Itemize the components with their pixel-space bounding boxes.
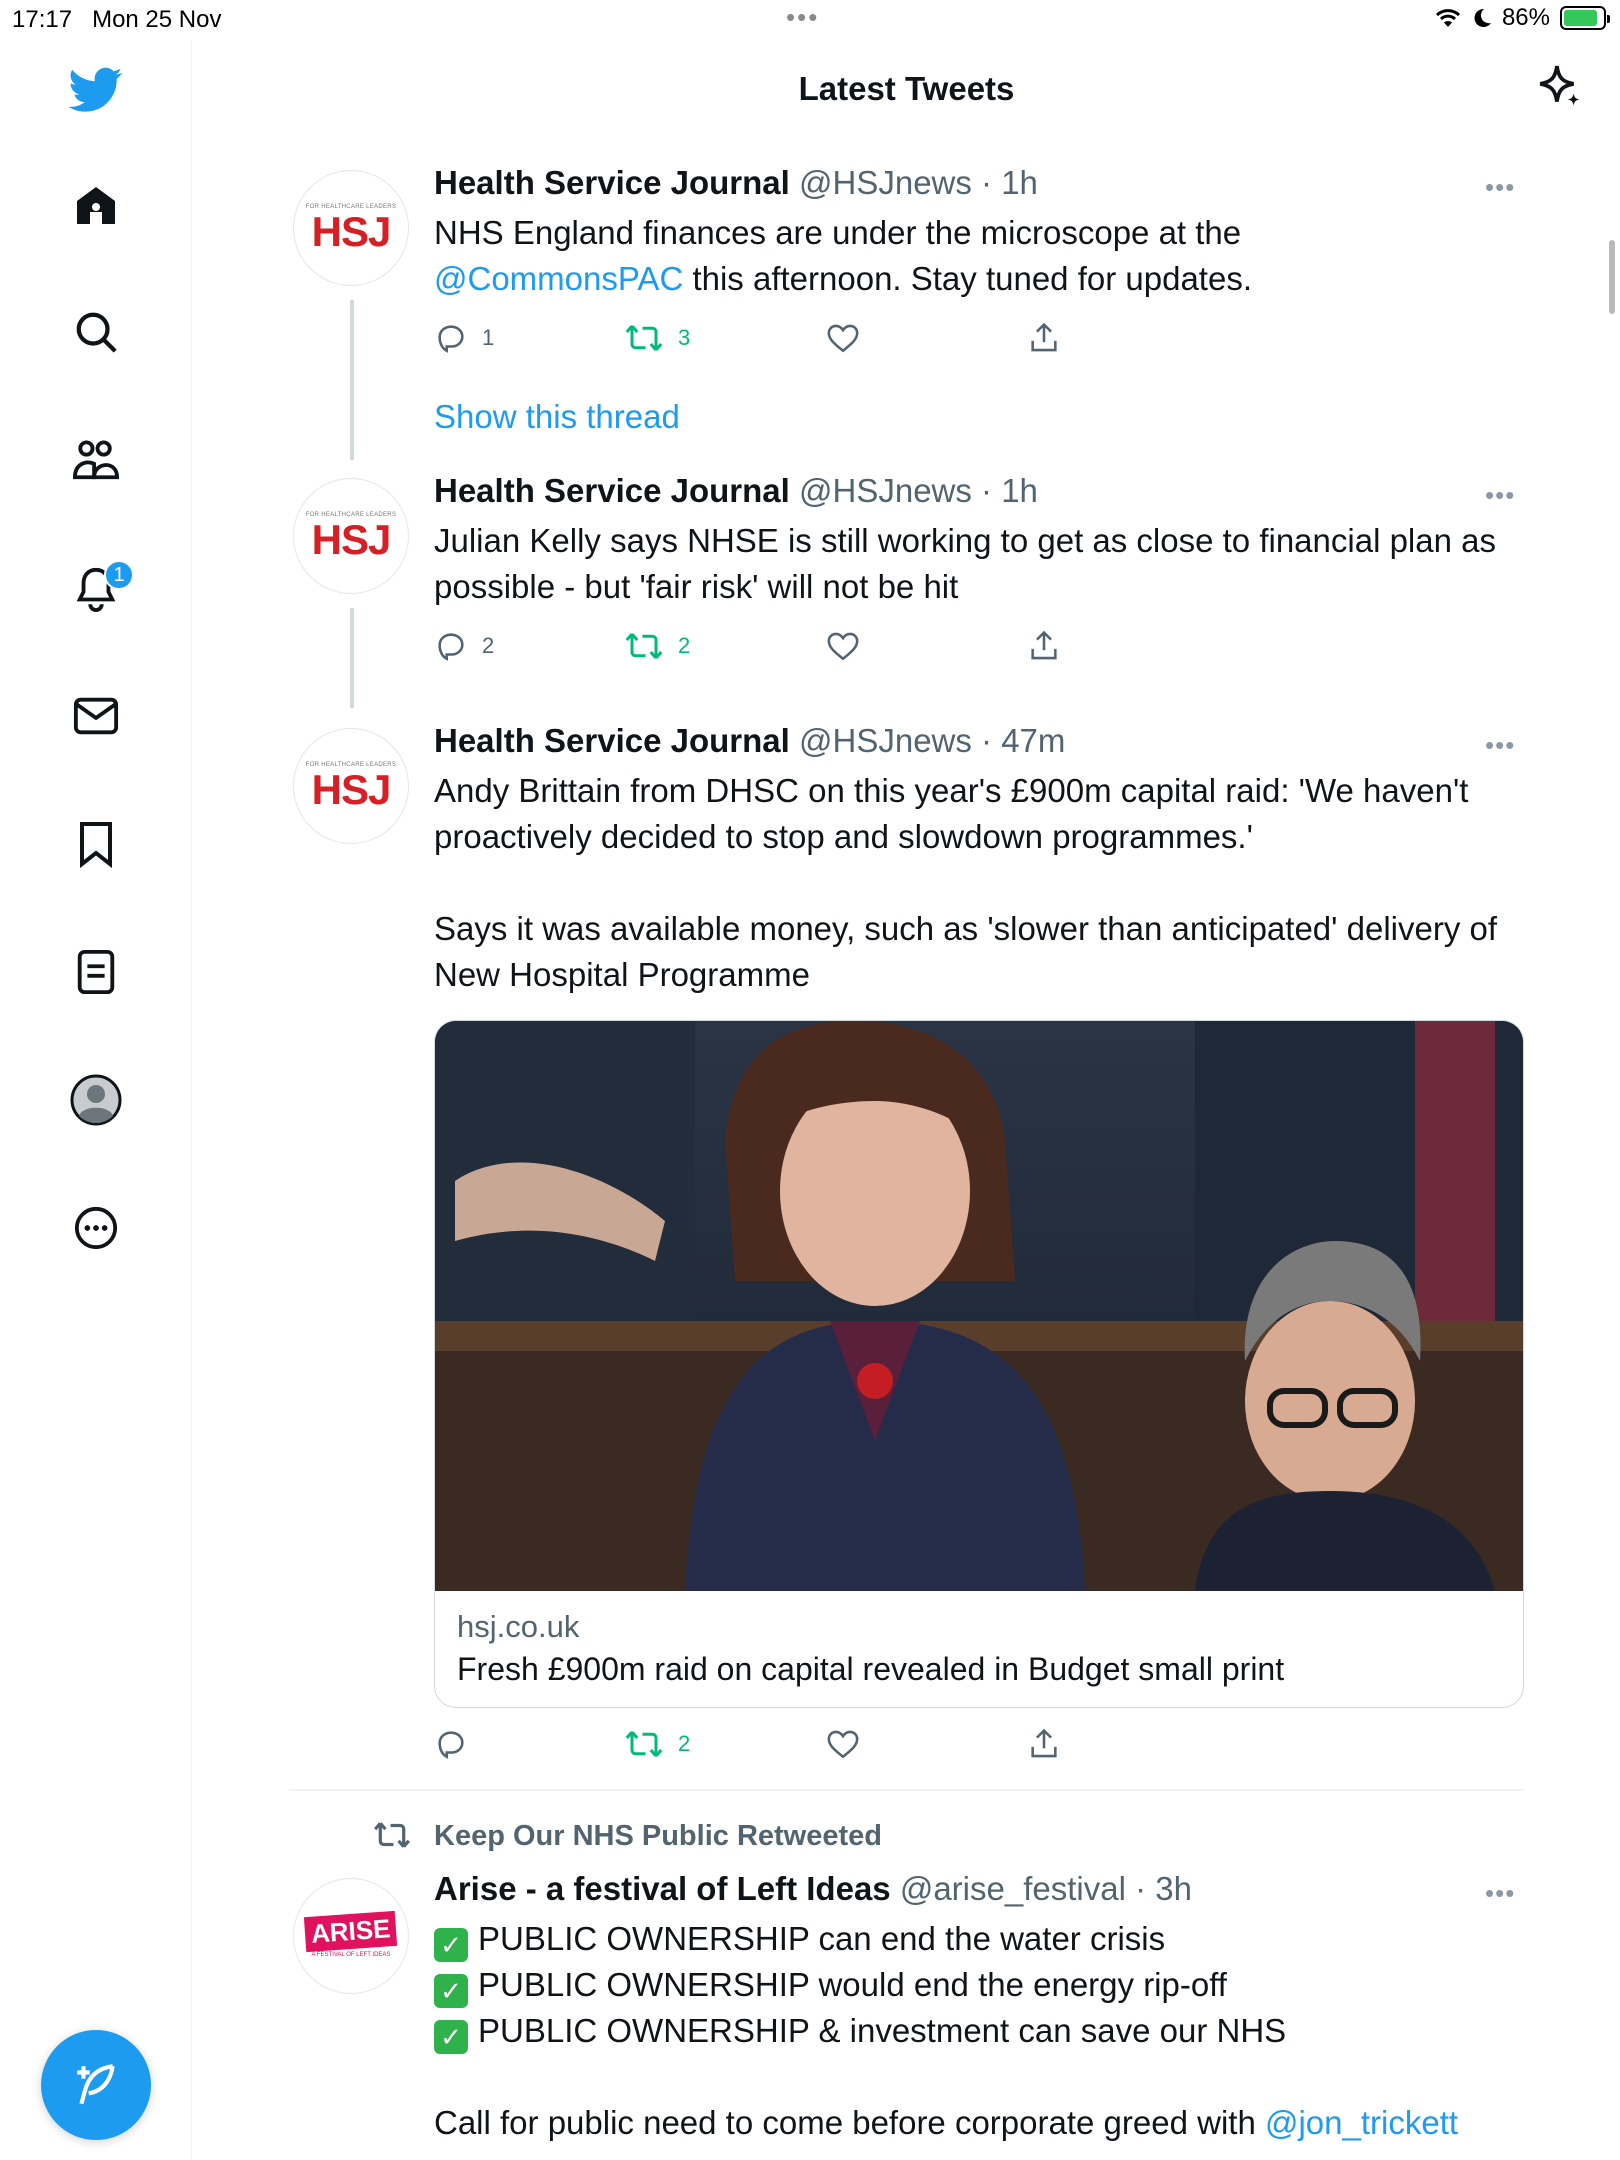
timeline-header: Latest Tweets bbox=[193, 40, 1620, 142]
mention-link[interactable]: @CommonsPAC bbox=[434, 260, 683, 297]
thread-connector bbox=[350, 608, 354, 708]
author-name[interactable]: Health Service Journal bbox=[434, 472, 790, 509]
lists-icon[interactable] bbox=[66, 942, 126, 1002]
sparkle-icon[interactable] bbox=[1534, 62, 1584, 112]
retweet-button[interactable]: 2 bbox=[624, 1724, 690, 1764]
status-right: 86% bbox=[1434, 4, 1610, 32]
share-icon bbox=[1031, 630, 1057, 660]
retweeted-icon bbox=[373, 1822, 411, 1848]
notification-badge: 1 bbox=[104, 560, 134, 590]
profile-avatar-icon[interactable] bbox=[66, 1070, 126, 1130]
heart-icon bbox=[827, 1730, 859, 1759]
reply-icon bbox=[438, 325, 464, 353]
link-card[interactable]: hsj.co.uk Fresh £900m raid on capital re… bbox=[434, 1020, 1524, 1708]
retweet-icon bbox=[625, 633, 663, 659]
card-title: Fresh £900m raid on capital revealed in … bbox=[457, 1651, 1285, 1687]
tweet[interactable]: FOR HEALTHCARE LEADERS HSJ Health Servic… bbox=[193, 160, 1620, 460]
tweet[interactable]: FOR HEALTHCARE LEADERS HSJ Health Servic… bbox=[193, 408, 1620, 708]
compose-tweet-button[interactable] bbox=[41, 2030, 151, 2140]
like-button[interactable] bbox=[826, 1724, 860, 1764]
wifi-icon bbox=[1435, 9, 1460, 27]
checkmark-icon: ✓ bbox=[434, 1928, 468, 1962]
communities-icon[interactable] bbox=[66, 430, 126, 490]
tweet-text: Julian Kelly says NHSE is still working … bbox=[434, 522, 1496, 605]
show-thread-link[interactable]: Show this thread bbox=[434, 398, 680, 436]
tweet-text: NHS England finances are under the micro… bbox=[434, 214, 1252, 297]
tweet-header: Health Service Journal @HSJnews · 47m bbox=[434, 722, 1065, 760]
author-name[interactable]: Health Service Journal bbox=[434, 164, 790, 201]
reply-icon bbox=[438, 1731, 464, 1759]
thread-connector bbox=[350, 408, 354, 460]
author-handle-time: @HSJnews · 1h bbox=[799, 164, 1038, 201]
more-icon[interactable]: ••• bbox=[1485, 480, 1525, 510]
search-icon[interactable] bbox=[66, 302, 126, 362]
share-button[interactable] bbox=[1028, 1724, 1060, 1764]
reply-button[interactable]: 1 bbox=[434, 318, 494, 358]
retweet-icon bbox=[625, 325, 663, 351]
reply-icon bbox=[438, 633, 464, 661]
hsj-avatar[interactable]: FOR HEALTHCARE LEADERS HSJ bbox=[293, 478, 409, 594]
tweet-divider bbox=[290, 1789, 1524, 1791]
status-bar: 17:17 Mon 25 Nov ••• 86% bbox=[0, 0, 1620, 40]
like-button[interactable] bbox=[826, 318, 860, 358]
retweet-button[interactable]: 3 bbox=[624, 318, 690, 358]
battery-icon bbox=[1560, 6, 1610, 30]
author-handle-time: @HSJnews · 47m bbox=[799, 722, 1066, 759]
home-icon[interactable] bbox=[66, 176, 126, 236]
author-name[interactable]: Health Service Journal bbox=[434, 722, 790, 759]
reply-button[interactable]: 2 bbox=[434, 626, 494, 666]
hsj-avatar[interactable]: FOR HEALTHCARE LEADERS HSJ bbox=[293, 170, 409, 286]
like-button[interactable] bbox=[826, 626, 860, 666]
tweet-actions: 2 2 bbox=[434, 626, 1134, 666]
tweet-actions: 1 3 bbox=[434, 318, 1134, 358]
tweet-header: Health Service Journal @HSJnews · 1h bbox=[434, 472, 1038, 510]
checkmark-icon: ✓ bbox=[434, 2020, 468, 2054]
author-handle-time: @arise_festival · 3h bbox=[899, 1870, 1192, 1907]
page-title: Latest Tweets bbox=[798, 70, 1015, 107]
status-time: 17:17 Mon 25 Nov bbox=[12, 6, 222, 33]
moon-icon bbox=[1474, 8, 1491, 27]
more-icon[interactable]: ••• bbox=[1485, 172, 1525, 202]
mention-link[interactable]: @jon_trickett bbox=[1265, 2104, 1458, 2141]
retweet-icon bbox=[625, 1731, 663, 1757]
messages-icon[interactable] bbox=[66, 686, 126, 746]
card-meta: hsj.co.uk Fresh £900m raid on capital re… bbox=[435, 1591, 1523, 1707]
notifications-icon[interactable]: 1 bbox=[66, 558, 134, 618]
author-name[interactable]: Arise - a festival of Left Ideas bbox=[434, 1870, 891, 1907]
retweeted-tweet[interactable]: Keep Our NHS Public Retweeted ARISE A FE… bbox=[193, 1820, 1620, 2160]
tweet-header: Health Service Journal @HSJnews · 1h bbox=[434, 164, 1038, 202]
more-icon[interactable]: ••• bbox=[1485, 1878, 1525, 1908]
share-icon bbox=[1031, 1728, 1057, 1758]
author-handle-time: @HSJnews · 1h bbox=[799, 472, 1038, 509]
bookmarks-icon[interactable] bbox=[66, 814, 126, 874]
card-image bbox=[435, 1021, 1523, 1591]
arise-avatar[interactable]: ARISE A FESTIVAL OF LEFT IDEAS bbox=[293, 1878, 409, 1994]
tweet-actions: 2 bbox=[434, 1724, 1134, 1764]
compose-feather-icon bbox=[77, 2064, 115, 2105]
more-icon[interactable]: ••• bbox=[1485, 730, 1525, 760]
more-options-icon[interactable] bbox=[66, 1198, 126, 1258]
share-button[interactable] bbox=[1028, 318, 1060, 358]
share-button[interactable] bbox=[1028, 626, 1060, 666]
tweet-text: ✓ PUBLIC OWNERSHIP can end the water cris… bbox=[434, 1920, 1459, 2141]
share-icon bbox=[1031, 322, 1057, 352]
twitter-logo-icon[interactable] bbox=[66, 60, 126, 120]
heart-icon bbox=[827, 324, 859, 353]
tweet-header: Arise - a festival of Left Ideas @arise_… bbox=[434, 1870, 1192, 1908]
retweeted-by-label[interactable]: Keep Our NHS Public Retweeted bbox=[434, 1820, 882, 1853]
reply-button[interactable] bbox=[434, 1724, 468, 1764]
checkmark-icon: ✓ bbox=[434, 1974, 468, 2008]
tweet-text: Andy Brittain from DHSC on this year's £… bbox=[434, 772, 1498, 993]
tweet[interactable]: FOR HEALTHCARE LEADERS HSJ Health Servic… bbox=[193, 718, 1620, 1778]
multitasking-dots-icon[interactable]: ••• bbox=[786, 2, 819, 33]
sidebar: 1 bbox=[0, 40, 192, 2160]
battery-fill bbox=[1564, 10, 1597, 26]
card-domain: hsj.co.uk bbox=[457, 1609, 580, 1644]
retweet-button[interactable]: 2 bbox=[624, 626, 690, 666]
hsj-avatar[interactable]: FOR HEALTHCARE LEADERS HSJ bbox=[293, 728, 409, 844]
heart-icon bbox=[827, 632, 859, 661]
battery-percent: 86% bbox=[1501, 4, 1550, 31]
